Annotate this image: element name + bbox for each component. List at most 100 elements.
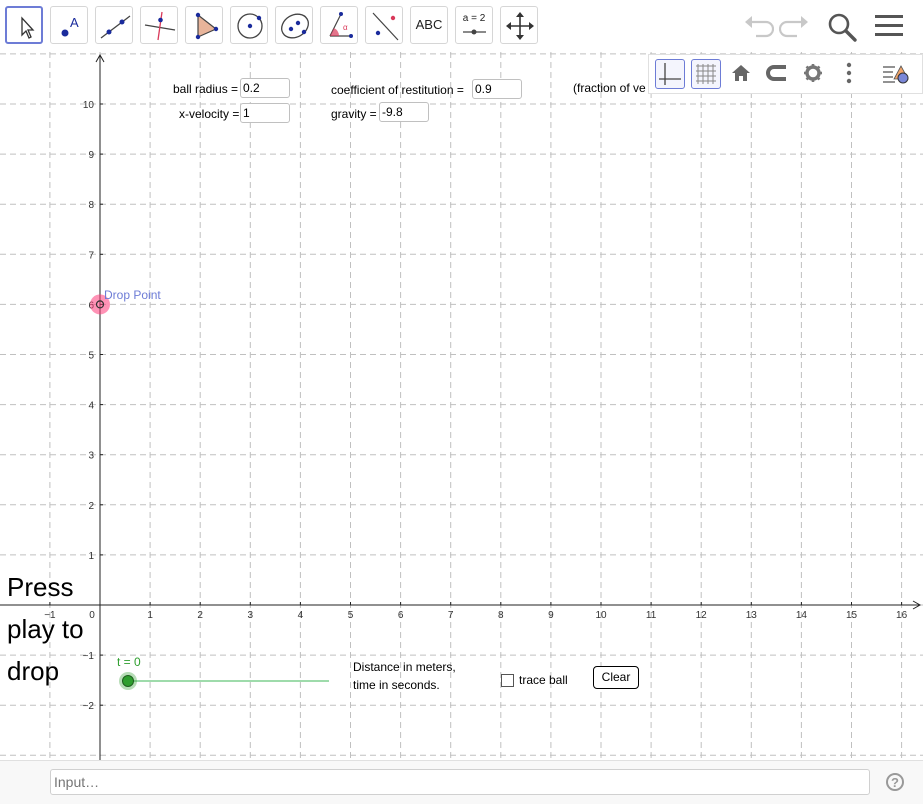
time-slider-handle[interactable] [122,675,134,687]
y-tick-label: 7 [88,250,94,261]
press-play-instruction: Press play to drop [7,566,84,692]
arrow-cursor-icon [21,16,35,39]
home-icon [732,65,750,81]
axes-icon [659,63,681,85]
slider-icon [463,29,486,35]
x-velocity-label: x-velocity = [179,107,240,121]
polygon-tool[interactable] [185,6,223,44]
search-icon[interactable] [825,10,859,44]
x-tick-label: 12 [696,610,708,621]
algebra-view-toggle[interactable] [881,59,917,89]
standard-view-button[interactable] [727,59,757,89]
graphics-settings-button[interactable] [799,59,829,89]
slider-label: t = 0 [117,655,141,669]
polygon-icon [195,12,219,40]
move-tool[interactable] [5,6,43,44]
text-tool[interactable]: ABC [410,6,448,44]
toolbar: A α ABC a = 2 [0,0,923,52]
move-view-tool[interactable] [500,6,538,44]
conic-tool[interactable] [275,6,313,44]
x-tick-label: 14 [796,610,808,621]
y-tick-label: 5 [88,351,94,362]
press-play-line1: Press [7,572,74,602]
x-tick-label: 3 [248,610,254,621]
x-tick-label: 4 [298,610,304,621]
magnet-icon [766,65,786,81]
angle-tool[interactable]: α [320,6,358,44]
x-tick-label: 5 [348,610,354,621]
x-tick-label: 13 [746,610,758,621]
svg-text:A: A [70,15,79,30]
point-icon: A [61,15,79,37]
x-tick-label: 6 [398,610,404,621]
drop-point-label: Drop Point [104,288,161,302]
y-tick-label: 2 [88,501,94,512]
x-tick-label: 7 [448,610,454,621]
reflect-icon [372,12,399,41]
line-tool[interactable] [95,6,133,44]
reflect-tool[interactable] [365,6,403,44]
circle-center-point-icon [237,13,263,39]
text-icon: ABC [415,17,443,32]
x-tick-label: 1 [147,610,153,621]
restitution-input[interactable] [472,79,522,99]
y-tick-label: 3 [88,451,94,462]
style-bar [648,54,923,94]
y-tick-label: 10 [83,100,95,111]
units-note-line2: time in seconds. [353,678,440,692]
move-graphics-icon [506,12,534,40]
grid-icon [696,64,716,84]
undo-icon[interactable] [742,10,774,42]
x-tick-label: 8 [498,610,504,621]
gravity-label: gravity = [331,107,377,121]
x-tick-label: 11 [646,610,657,621]
ellipse-icon [281,13,309,39]
circle-tool[interactable] [230,6,268,44]
input-field[interactable] [50,769,870,795]
coordinate-plane[interactable]: −101234567891011121314151610987654321−1−… [0,52,923,760]
ball-radius-label: ball radius = [173,82,239,96]
help-icon[interactable]: ? [886,773,904,791]
gravity-input[interactable] [379,102,429,122]
perpendicular-icon [144,11,176,41]
x-tick-label: 0 [89,610,95,621]
menu-icon[interactable] [873,10,905,42]
y-tick-label: 1 [88,551,94,562]
x-tick-label: 2 [197,610,203,621]
press-play-line2: play to [7,614,84,644]
perpendicular-line-tool[interactable] [140,6,178,44]
point-tool[interactable]: A [50,6,88,44]
ball-radius-input[interactable] [240,78,290,98]
graphics-view[interactable]: −101234567891011121314151610987654321−1−… [0,52,923,760]
clear-button[interactable]: Clear [593,666,639,689]
x-tick-label: 10 [595,610,607,621]
x-tick-label: 16 [896,610,908,621]
input-bar: ? [0,760,923,804]
algebra-toggle-icon [883,65,909,84]
gear-icon [804,64,822,82]
x-tick-label: 9 [548,610,554,621]
grid-toggle[interactable] [691,59,721,89]
x-tick-label: 15 [846,610,858,621]
y-tick-label: 8 [88,200,94,211]
more-vert-icon [846,62,852,84]
press-play-line3: drop [7,656,60,686]
units-note-line1: Distance in meters, [353,660,456,674]
svg-text:α: α [343,23,348,32]
y-tick-label: 4 [88,401,94,412]
x-velocity-input[interactable] [240,103,290,123]
fraction-note: (fraction of ve [573,81,646,95]
point-capturing-button[interactable] [763,59,793,89]
more-options-button[interactable] [835,59,865,89]
redo-icon[interactable] [779,10,811,42]
restitution-label: coefficient of restitution = [331,83,464,97]
y-tick-label: −2 [83,701,95,712]
line-through-points-icon [100,15,131,39]
trace-ball-checkbox[interactable] [501,674,514,687]
y-tick-label: 9 [88,150,94,161]
y-tick-label: −1 [83,651,95,662]
slider-tool[interactable]: a = 2 [455,6,493,44]
trace-ball-label: trace ball [519,673,568,687]
axes-toggle[interactable] [655,59,685,89]
angle-icon: α [329,12,353,38]
